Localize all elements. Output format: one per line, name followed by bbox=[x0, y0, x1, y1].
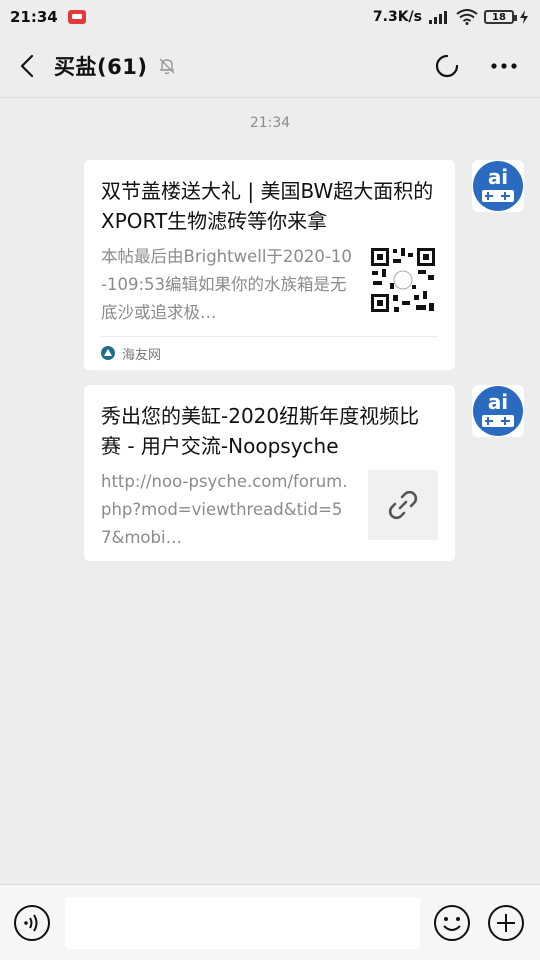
article-card[interactable]: 双节盖楼送大礼 | 美国BW超大面积的XPORT生物滤砖等你来拿 本帖最后由Br… bbox=[84, 160, 455, 370]
sender-avatar[interactable]: ai bbox=[472, 160, 524, 212]
chevron-left-icon bbox=[20, 54, 34, 77]
voice-input-icon[interactable] bbox=[13, 904, 51, 942]
article-title: 双节盖楼送大礼 | 美国BW超大面积的XPORT生物滤砖等你来拿 bbox=[101, 179, 434, 233]
wifi-icon bbox=[456, 9, 478, 25]
more-options-icon[interactable] bbox=[490, 62, 518, 70]
avatar-logo-icon: ai bbox=[473, 386, 523, 436]
article-description: 本帖最后由Brightwell于2020-10-109:53编辑如果你的水族箱是… bbox=[101, 247, 352, 322]
link-url: http://noo-psyche.com/forum.php?mod=view… bbox=[101, 472, 348, 547]
charging-icon bbox=[520, 10, 528, 24]
signal-icon bbox=[429, 11, 447, 24]
site-logo-icon bbox=[101, 346, 115, 360]
qr-code-icon bbox=[368, 245, 438, 315]
sender-avatar[interactable]: ai bbox=[472, 385, 524, 437]
svg-text:ai: ai bbox=[488, 390, 508, 414]
svg-text:ai: ai bbox=[488, 165, 508, 189]
chat-timestamp: 21:34 bbox=[249, 115, 291, 131]
network-speed: 7.3K/s bbox=[372, 9, 422, 25]
emoji-icon[interactable] bbox=[433, 904, 471, 942]
status-bar: 21:34 7.3K/s 18 bbox=[0, 0, 540, 34]
link-card[interactable]: 秀出您的美缸-2020纽斯年度视频比赛 - 用户交流-Noopsyche htt… bbox=[84, 385, 455, 561]
chat-title: 买盐(61) bbox=[54, 54, 148, 79]
source-name: 海友网 bbox=[122, 347, 162, 363]
back-button[interactable] bbox=[0, 34, 54, 98]
battery-icon: 18 bbox=[484, 10, 517, 24]
link-icon bbox=[388, 490, 418, 520]
mute-bell-icon bbox=[159, 58, 175, 74]
link-thumbnail bbox=[368, 470, 438, 540]
battery-level: 18 bbox=[492, 11, 506, 23]
add-attachment-icon[interactable] bbox=[487, 904, 525, 942]
status-time: 21:34 bbox=[10, 8, 58, 26]
avatar-logo-icon: ai bbox=[473, 161, 523, 211]
article-source: 海友网 bbox=[101, 336, 438, 369]
app-notification-icon bbox=[67, 10, 86, 24]
refresh-icon[interactable] bbox=[434, 53, 460, 79]
message-input[interactable] bbox=[65, 896, 420, 949]
chat-input-bar bbox=[0, 884, 540, 960]
link-title: 秀出您的美缸-2020纽斯年度视频比赛 - 用户交流-Noopsyche bbox=[101, 404, 420, 458]
chat-header: 买盐(61) bbox=[0, 34, 540, 98]
